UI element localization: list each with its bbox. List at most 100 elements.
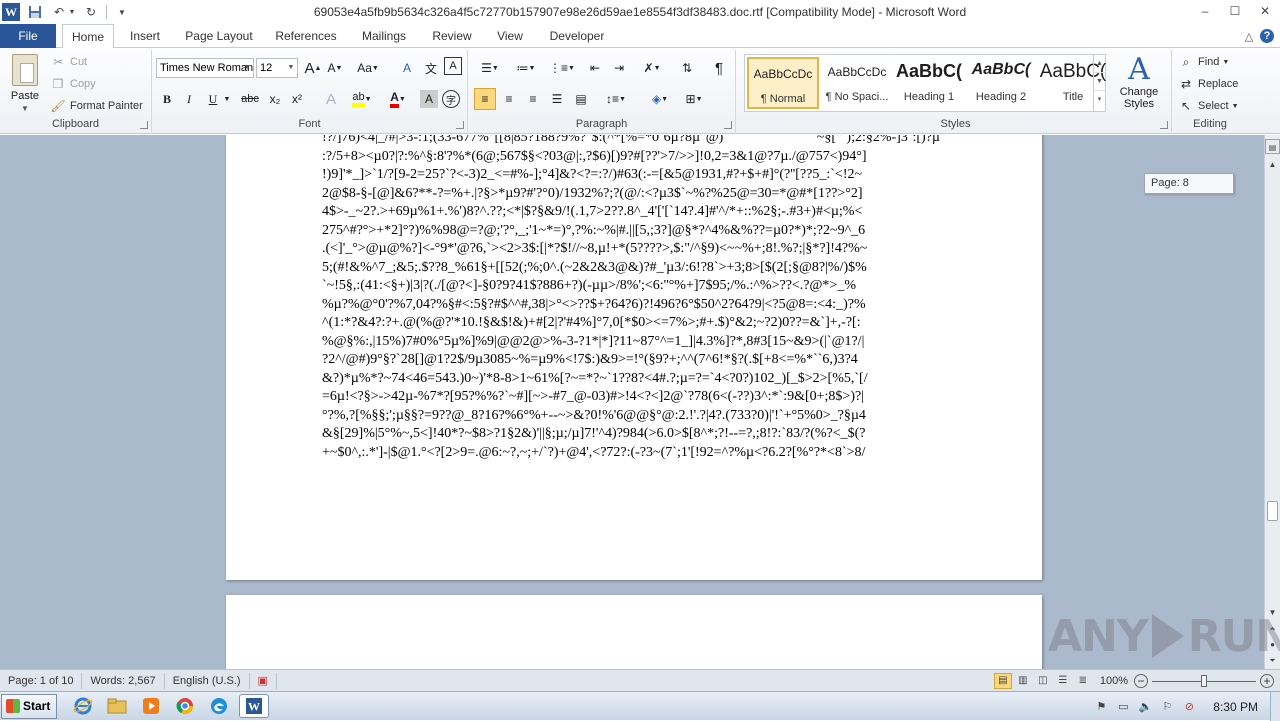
align-left-button[interactable]: ≡ xyxy=(474,88,496,110)
underline-dropdown[interactable]: ▼ xyxy=(222,88,232,110)
chevron-down-icon[interactable]: ▼ xyxy=(285,59,297,77)
word-count[interactable]: Words: 2,567 xyxy=(82,672,165,689)
zoom-out-icon[interactable]: − xyxy=(1134,674,1148,688)
help-icon[interactable]: ? xyxy=(1260,29,1274,43)
document-line[interactable]: °?%,?[%§§;';µ§§?=9??@_8?16?%6°%+--~>&?0!… xyxy=(322,407,940,426)
increase-indent-button[interactable]: ⇥ xyxy=(608,57,630,79)
document-line[interactable]: .(<]'_°>@µ@%?]<-°9*'@?6,`><2>3$:[|*?$!//… xyxy=(322,240,940,259)
page-count[interactable]: Page: 1 of 10 xyxy=(0,672,83,689)
text-effects-button[interactable]: A xyxy=(320,88,342,110)
document-line[interactable]: +~$0^,:.*']-|$@1.°<?[2>9=.@6:~?,~;+/`?)+… xyxy=(322,444,940,463)
align-right-button[interactable]: ≡ xyxy=(522,88,544,110)
chevron-up-icon[interactable]: ▲ xyxy=(1094,55,1105,73)
tab-home[interactable]: Home xyxy=(62,24,114,49)
center-button[interactable]: ≡ xyxy=(498,88,520,110)
chevron-down-icon[interactable]: ▼ xyxy=(241,59,253,77)
shading-button[interactable]: ◈ ▼ xyxy=(644,88,676,110)
stop-icon[interactable]: ⊘ xyxy=(1181,699,1197,715)
character-border-button[interactable]: A xyxy=(444,57,462,75)
dialog-launcher-icon[interactable] xyxy=(456,121,464,129)
media-player-icon[interactable] xyxy=(137,694,165,718)
document-line[interactable]: !)9]'*_]>`1/?[9-2=25?`?<-3)2_<=#%-];°4]&… xyxy=(322,166,940,185)
grow-font-button[interactable]: A ▲ xyxy=(302,57,324,79)
dialog-launcher-icon[interactable] xyxy=(1160,121,1168,129)
font-size-combo[interactable]: 12 ▼ xyxy=(256,58,298,78)
enclose-characters-button[interactable]: 字 xyxy=(442,90,460,108)
zoom-thumb[interactable] xyxy=(1201,675,1207,687)
document-area[interactable]: !?/]76)<4|_/#|>3-:1;(33-677%"[[8|85?188?… xyxy=(0,135,1264,669)
document-text[interactable]: !?/]76)<4|_/#|>3-:1;(33-677%"[[8|85?188?… xyxy=(322,135,940,462)
maximize-button[interactable]: ☐ xyxy=(1220,0,1250,22)
print-layout-view-icon[interactable]: ▤ xyxy=(993,673,1012,689)
explorer-icon[interactable] xyxy=(103,694,131,718)
document-line[interactable]: %µ?%@°0'?%7,04?%§#<:5§?#$^^#,38|>°<>??$+… xyxy=(322,296,940,315)
zoom-in-icon[interactable]: + xyxy=(1260,674,1274,688)
sort-button[interactable]: ⇅ xyxy=(676,57,698,79)
zoom-level[interactable]: 100% xyxy=(1100,675,1128,687)
edge-icon[interactable] xyxy=(205,694,233,718)
chevron-down-icon[interactable]: ▼ xyxy=(1094,73,1105,91)
document-line[interactable]: &§[29]%|5°%~,5<]!40*?~$8>?1§2&)'||§;µ;/µ… xyxy=(322,425,940,444)
document-line[interactable]: 5;(#!&%^7_;&5;.$??8_%61§+[[52(;%;0^.(~2&… xyxy=(322,259,940,278)
tab-mailings[interactable]: Mailings xyxy=(354,24,414,48)
tab-review[interactable]: Review xyxy=(426,24,478,48)
style-heading-1[interactable]: AaBbC( Heading 1 xyxy=(893,57,965,109)
track-changes-icon[interactable]: ▣ xyxy=(250,672,277,689)
decrease-indent-button[interactable]: ⇤ xyxy=(584,57,606,79)
font-color-button[interactable]: A ▼ xyxy=(384,88,412,110)
ruler-toggle-icon[interactable]: ▤ xyxy=(1265,139,1280,154)
select-button[interactable]: ↖ Select ▼ xyxy=(1178,96,1239,116)
minimize-button[interactable]: – xyxy=(1190,0,1220,22)
document-line[interactable]: ^(1:*?&4?:?+.@(%@?'*10.!§&$!&)+#[2|?'#4%… xyxy=(322,314,940,333)
bullets-button[interactable]: ☰ ▼ xyxy=(474,57,506,79)
cut-button[interactable]: ✂ Cut xyxy=(50,52,87,72)
document-line[interactable]: ?2^/@#)9°§?`28[]@1?2$/9µ3085~%=µ9%<!7$:)… xyxy=(322,351,940,370)
dialog-launcher-icon[interactable] xyxy=(140,121,148,129)
document-line[interactable]: &?)*µ%*?~74<46=543.)0~)'*8-8>1~61%[?~=*?… xyxy=(322,370,940,389)
document-line[interactable]: =6µ!<?§>->42µ-%7*?[95?%%?`~#][~>-#7_@-03… xyxy=(322,388,940,407)
borders-button[interactable]: ⊞ ▼ xyxy=(678,88,710,110)
tab-page-layout[interactable]: Page Layout xyxy=(180,24,258,48)
tab-references[interactable]: References xyxy=(270,24,342,48)
volume-icon[interactable]: 🔈 xyxy=(1137,699,1153,715)
action-center-icon[interactable]: ⚑ xyxy=(1093,699,1109,715)
document-line[interactable]: 275^#?°>+*2]°?)%%98@=?@;'?°,_;'1~*=)°,?%… xyxy=(322,222,940,241)
change-styles-button[interactable]: A Change Styles xyxy=(1116,54,1162,116)
phonetic-guide-button[interactable]: 文 xyxy=(420,57,442,79)
distributed-button[interactable]: ▤ xyxy=(570,88,592,110)
replace-button[interactable]: ⇄ Replace xyxy=(1178,74,1238,94)
bold-button[interactable]: B xyxy=(156,88,178,110)
scroll-thumb[interactable] xyxy=(1267,501,1278,521)
shrink-font-button[interactable]: A ▼ xyxy=(324,57,346,79)
style-heading-2[interactable]: AaBbC( Heading 2 xyxy=(965,57,1037,109)
chrome-icon[interactable] xyxy=(171,694,199,718)
dialog-launcher-icon[interactable] xyxy=(724,121,732,129)
start-button[interactable]: Start xyxy=(1,693,57,719)
network-icon[interactable]: ▭ xyxy=(1115,699,1131,715)
vertical-scrollbar[interactable]: ▤ ▲ ▼ ⏶ ● ⏷ xyxy=(1264,135,1280,669)
document-page[interactable]: !?/]76)<4|_/#|>3-:1;(33-677%"[[8|85?188?… xyxy=(226,135,1042,580)
justify-button[interactable]: ☰ xyxy=(546,88,568,110)
clear-formatting-button[interactable]: A xyxy=(396,57,418,79)
tab-file[interactable]: File xyxy=(0,24,56,48)
highlight-button[interactable]: ab ▼ xyxy=(348,88,376,110)
draft-view-icon[interactable]: ≣ xyxy=(1074,673,1092,689)
multilevel-list-button[interactable]: ⋮≡ ▼ xyxy=(546,57,578,79)
show-desktop-button[interactable] xyxy=(1270,692,1280,721)
document-line[interactable]: 4$>-_~2?.>+69µ%1+.%')8?^.??;<*|$?§&9/!(.… xyxy=(322,203,940,222)
format-painter-button[interactable]: 🖌 Format Painter xyxy=(50,96,142,116)
document-line[interactable]: :?/5+8><µ0?|?:%^§:8'?%*(6@;567$§<?03@|:,… xyxy=(322,148,940,167)
clock[interactable]: 8:30 PM xyxy=(1213,700,1258,714)
character-shading-button[interactable]: A xyxy=(420,90,438,108)
superscript-button[interactable]: x² xyxy=(286,88,308,110)
document-line[interactable]: !?/]76)<4|_/#|>3-:1;(33-677%"[[8|85?188?… xyxy=(322,135,940,148)
web-layout-icon[interactable]: ◫ xyxy=(1034,673,1052,689)
language[interactable]: English (U.S.) xyxy=(165,672,250,689)
ie-icon[interactable] xyxy=(69,694,97,718)
underline-button[interactable]: U xyxy=(202,88,224,110)
chinese-layout-button[interactable]: ✗ ▼ xyxy=(636,57,668,79)
word-icon[interactable]: W xyxy=(239,694,269,718)
find-button[interactable]: ⌕ Find ▼ xyxy=(1178,52,1230,72)
full-screen-reading-icon[interactable]: ▥ xyxy=(1014,673,1032,689)
copy-button[interactable]: ❐ Copy xyxy=(50,74,96,94)
